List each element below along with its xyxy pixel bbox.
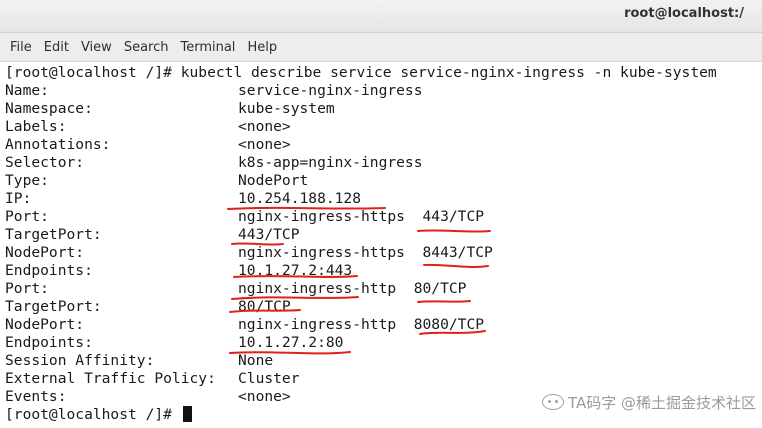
field-value: nginx-ingress-http 8080/TCP (238, 316, 485, 333)
menu-edit[interactable]: Edit (38, 40, 75, 55)
command-line: [root@localhost /]# kubectl describe ser… (5, 64, 717, 81)
field-value: <none> (238, 118, 291, 135)
field-key: External Traffic Policy: (5, 370, 216, 387)
field-key: Selector: (5, 154, 85, 171)
title-bar: root@localhost:/ (0, 0, 762, 33)
watermark: TA码字 @稀土掘金技术社区 (541, 390, 756, 414)
field-key: Session Affinity: (5, 352, 155, 369)
field-value: 80/TCP (238, 298, 291, 315)
field-key: Endpoints: (5, 262, 93, 279)
field-value: k8s-app=nginx-ingress (238, 154, 423, 171)
shell-prompt: [root@localhost /]# (5, 406, 181, 423)
terminal-window: root@localhost:/ File Edit View Search T… (0, 0, 762, 428)
menu-help[interactable]: Help (241, 40, 283, 55)
window-title: root@localhost:/ (624, 6, 744, 21)
field-key: Name: (5, 82, 49, 99)
terminal-output[interactable]: [root@localhost /]# kubectl describe ser… (0, 62, 762, 428)
field-key: Annotations: (5, 136, 111, 153)
field-value: 10.254.188.128 (238, 190, 362, 207)
field-value: <none> (238, 136, 291, 153)
text-cursor (182, 406, 192, 422)
field-value: service-nginx-ingress (238, 82, 423, 99)
field-key: Namespace: (5, 100, 93, 117)
field-key: TargetPort: (5, 298, 102, 315)
menu-terminal[interactable]: Terminal (174, 40, 241, 55)
field-key: Labels: (5, 118, 67, 135)
field-key: Port: (5, 208, 49, 225)
menu-view[interactable]: View (75, 40, 118, 55)
field-key: Port: (5, 280, 49, 297)
field-value: kube-system (238, 100, 335, 117)
field-value: nginx-ingress-http 80/TCP (238, 280, 467, 297)
field-key: Type: (5, 172, 49, 189)
prompt-line[interactable]: [root@localhost /]# (5, 406, 192, 424)
field-value: nginx-ingress-https 443/TCP (238, 208, 485, 225)
menu-bar: File Edit View Search Terminal Help (0, 33, 762, 62)
field-key: IP: (5, 190, 32, 207)
field-key: Events: (5, 388, 67, 405)
field-value: 443/TCP (238, 226, 300, 243)
field-value: 10.1.27.2:443 (238, 262, 353, 279)
field-key: NodePort: (5, 316, 85, 333)
field-key: NodePort: (5, 244, 85, 261)
field-key: Endpoints: (5, 334, 93, 351)
menu-search[interactable]: Search (118, 40, 175, 55)
field-value: NodePort (238, 172, 309, 189)
watermark-text: TA码字 @稀土掘金技术社区 (567, 393, 756, 412)
field-value: Cluster (238, 370, 300, 387)
field-value: None (238, 352, 274, 369)
field-value: 10.1.27.2:80 (238, 334, 344, 351)
field-key: TargetPort: (5, 226, 102, 243)
menu-file[interactable]: File (4, 40, 38, 55)
wechat-icon (541, 394, 564, 410)
field-value: <none> (238, 388, 291, 405)
field-value: nginx-ingress-https 8443/TCP (238, 244, 493, 261)
